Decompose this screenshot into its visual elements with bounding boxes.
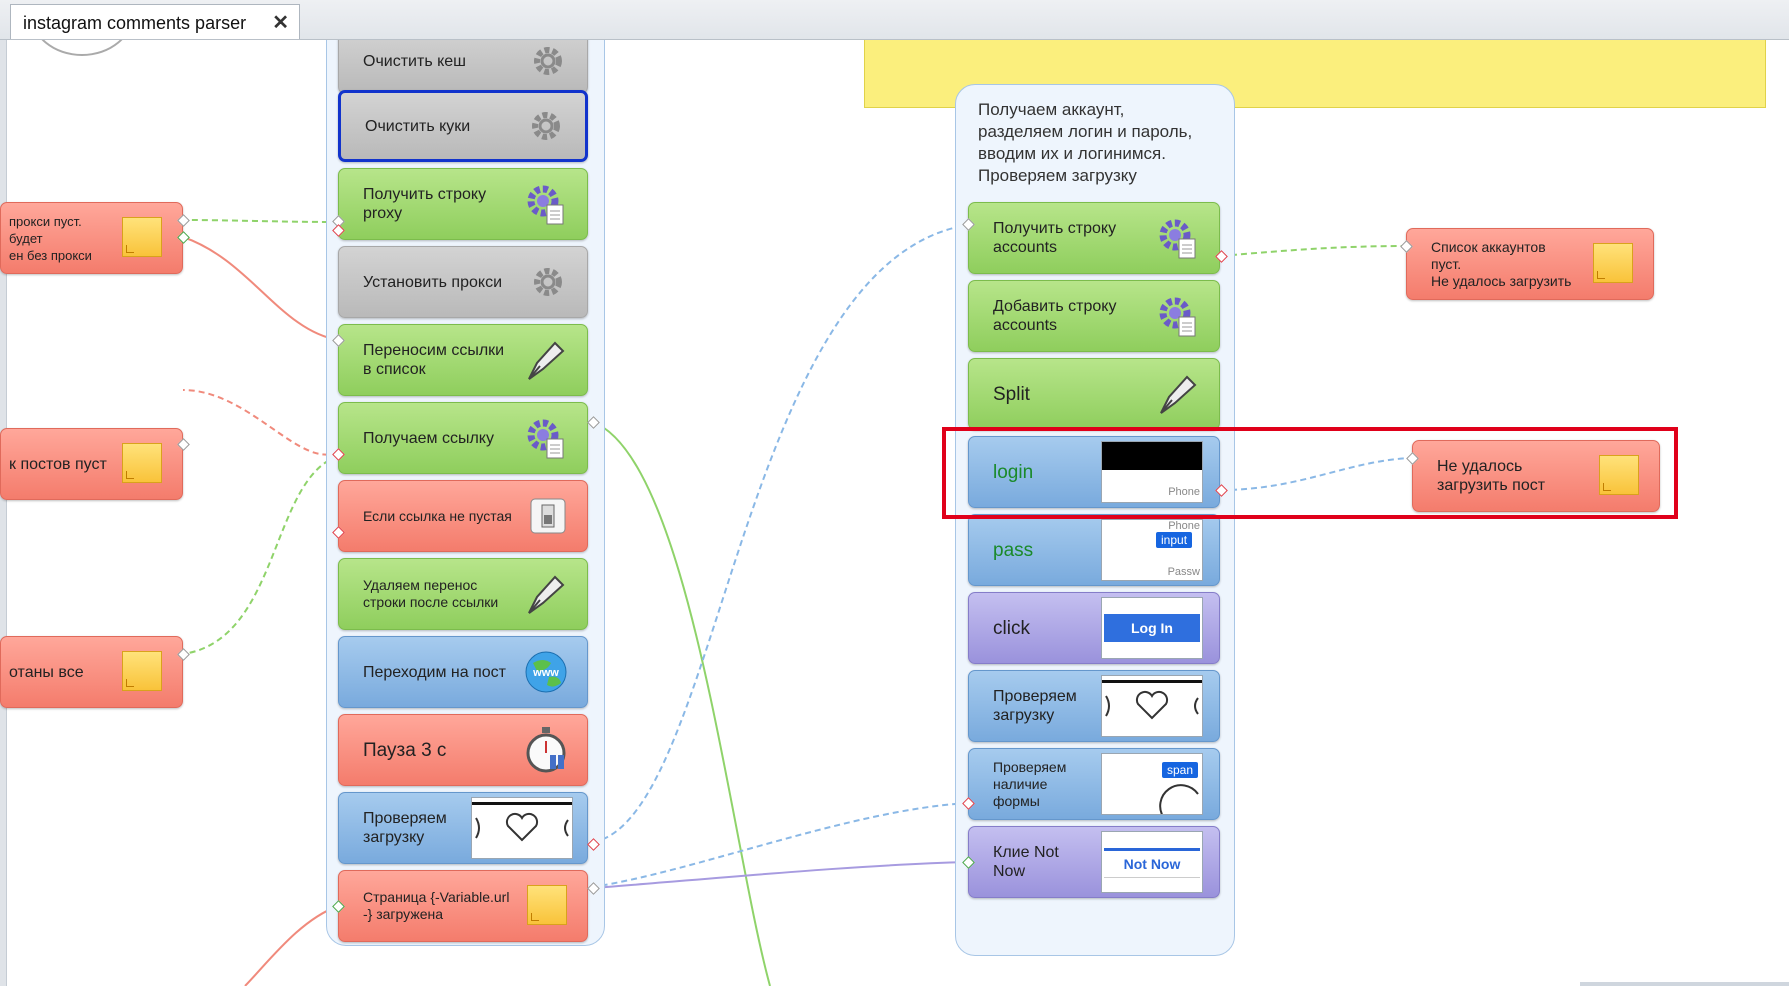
action-label: Получить строку accounts (993, 220, 1117, 256)
action-label: Добавить строку accounts (993, 298, 1117, 334)
tab-instagram-comments-parser[interactable]: instagram comments parser ✕ (10, 4, 300, 39)
action-click[interactable]: click Log In (968, 592, 1220, 664)
close-icon[interactable]: ✕ (272, 10, 289, 35)
note-label: прокси пуст. будет ен без прокси (9, 213, 92, 263)
list-gear-icon (1159, 297, 1196, 337)
note-posts-empty[interactable]: к постов пуст (0, 428, 183, 500)
switch-icon (530, 498, 566, 534)
connection-check-to-accounts (592, 224, 969, 843)
heart-thumb (1101, 675, 1203, 737)
action-label: Очистить куки (365, 117, 471, 135)
action-check-form[interactable]: Проверяем наличие формы span (968, 748, 1220, 820)
condition-link-not-empty[interactable]: Если ссылка не пустая (338, 480, 588, 552)
note-all-processed[interactable]: отаны все (0, 636, 183, 708)
highlight-box (942, 427, 1678, 519)
action-label: Если ссылка не пустая (363, 507, 512, 524)
action-label: Страница {-Variable.url -} загружена (363, 889, 510, 922)
action-get-proxy-line[interactable]: Получить строку proxy (338, 168, 588, 240)
note-proxy-empty[interactable]: прокси пуст. будет ен без прокси (0, 202, 183, 274)
pen-icon (1160, 375, 1197, 414)
heart-icon (475, 812, 569, 842)
action-label: Получить строку proxy (363, 186, 487, 222)
action-label: Удаляем перенос строки после ссылки (363, 577, 499, 610)
canvas-scroll-edge (1580, 982, 1789, 986)
action-move-links[interactable]: Переносим ссылки в список (338, 324, 588, 396)
note-page-loaded[interactable]: Страница {-Variable.url -} загружена (338, 870, 588, 942)
arc-icon (1159, 784, 1199, 814)
heart-thumb (471, 797, 573, 859)
note-accounts-empty[interactable]: Список аккаунтов пуст. Не удалось загруз… (1406, 228, 1654, 300)
connection-loop-down (592, 421, 771, 986)
action-pause[interactable]: Пауза 3 с (338, 714, 588, 786)
thumb-text: Phone (1168, 520, 1200, 532)
form-thumbnail: span (1101, 753, 1203, 815)
note-icon (122, 651, 162, 691)
action-add-accounts-line[interactable]: Добавить строку accounts (968, 280, 1220, 352)
action-label: Проверяем загрузку (363, 810, 447, 846)
connection-all-done (182, 455, 339, 655)
svg-text:www: www (532, 667, 559, 679)
action-label: Split (993, 383, 1030, 405)
stopwatch-icon (526, 727, 566, 773)
action-get-accounts-line[interactable]: Получить строку accounts (968, 202, 1220, 274)
gear-icon (534, 47, 562, 75)
note-icon (122, 217, 162, 257)
tab-bar: instagram comments parser ✕ (0, 0, 1789, 40)
group-title: Получаем аккаунт, разделяем логин и паро… (978, 100, 1193, 185)
heart-icon (1105, 690, 1199, 720)
pen-icon (528, 575, 565, 614)
list-gear-icon (527, 419, 564, 459)
project-canvas[interactable]: прокси пуст. будет ен без прокси к посто… (0, 40, 1789, 986)
action-remove-linebreak[interactable]: Удаляем перенос строки после ссылки (338, 558, 588, 630)
connection-link-empty (182, 389, 339, 456)
globe-icon: www (525, 651, 567, 693)
action-label: Переходим на пост (363, 663, 506, 681)
note-label: к постов пуст (9, 455, 107, 473)
action-label: pass (993, 539, 1034, 561)
not-now-thumbnail: Not Now (1101, 831, 1203, 893)
action-label: Очистить кеш (363, 52, 467, 70)
not-now-link-preview: Not Now (1104, 848, 1200, 878)
action-label: click (993, 617, 1030, 639)
action-check-load-2[interactable]: Проверяем загрузку (968, 670, 1220, 742)
pass-thumbnail: Phone input Passw (1101, 519, 1203, 581)
action-label: Проверяем загрузку (993, 688, 1077, 724)
action-set-proxy[interactable]: Установить прокси (338, 246, 588, 318)
list-gear-icon (527, 185, 564, 225)
connection-accounts-empty (1220, 245, 1409, 257)
note-label: отаны все (9, 663, 84, 681)
action-click-not-now[interactable]: Клие Not Now Not Now (968, 826, 1220, 898)
connection-proxy-note-to-links (182, 236, 339, 341)
action-split[interactable]: Split (968, 358, 1220, 430)
action-label: Клие Not Now (993, 844, 1059, 880)
action-clear-cookies[interactable]: Очистить куки (338, 90, 588, 162)
thumb-text: Passw (1167, 566, 1200, 578)
action-check-load[interactable]: Проверяем загрузку (338, 792, 588, 864)
connection-notnow-to-page (592, 861, 969, 889)
action-pass[interactable]: pass Phone input Passw (968, 514, 1220, 586)
action-label: Установить прокси (363, 273, 502, 291)
note-icon (527, 885, 567, 925)
gear-icon (534, 268, 562, 296)
action-label: Проверяем наличие формы (993, 758, 1067, 809)
action-clear-cache[interactable]: Очистить кеш (338, 40, 588, 94)
click-thumbnail: Log In (1101, 597, 1203, 659)
pen-icon (528, 341, 565, 380)
note-icon (1593, 243, 1633, 283)
note-label: Список аккаунтов пуст. Не удалось загруз… (1431, 238, 1572, 289)
action-label: Получаем ссылку (363, 429, 494, 447)
connection-form-to-page (592, 802, 969, 888)
action-go-to-post[interactable]: Переходим на пост www (338, 636, 588, 708)
note-icon (122, 443, 162, 483)
list-gear-icon (1159, 219, 1196, 259)
gear-icon (532, 112, 560, 140)
connection-proxy-empty (182, 219, 339, 223)
action-label: Переносим ссылки в список (363, 342, 505, 378)
login-button-preview: Log In (1104, 614, 1200, 642)
action-label: Пауза 3 с (363, 739, 447, 761)
tab-title: instagram comments parser (23, 13, 247, 33)
thumb-tag: input (1156, 532, 1193, 548)
connection-page-loaded (244, 905, 339, 986)
action-get-link[interactable]: Получаем ссылку (338, 402, 588, 474)
